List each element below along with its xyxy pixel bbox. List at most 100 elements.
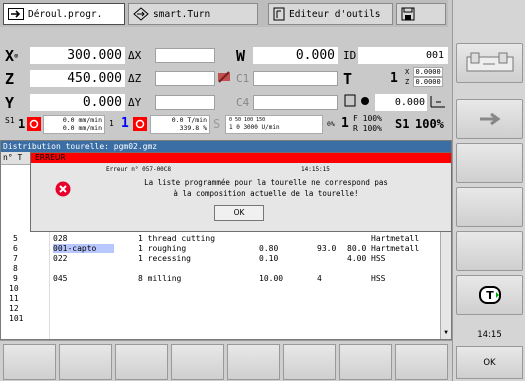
tab-program-run[interactable]: Déroul.progr. [3, 3, 125, 25]
turret-icon: T [478, 286, 501, 304]
softkey-2[interactable] [59, 344, 112, 380]
s-label: S [213, 117, 221, 131]
top-tab-bar: Déroul.progr. smart.Turn Editeur d'outil… [0, 0, 448, 27]
f-r-override: F 100% R 100% [353, 114, 382, 133]
s1-label: S1 [5, 116, 15, 125]
table-row[interactable]: 12 [1, 304, 439, 313]
spindle-values: 0.0 T/min 339.8 % [150, 115, 210, 134]
tab-tool-editor[interactable]: Editeur d'outils [268, 3, 393, 25]
delta-y-label: ΔY [128, 96, 142, 109]
delta-x-label: ΔX [128, 49, 142, 62]
table-row[interactable]: 6 001-capto 1 roughing 0.80 93.0 80.0 Ha… [1, 244, 439, 254]
axis-row-x: X ⊚ [5, 46, 19, 65]
tab-smart-turn[interactable]: smart.Turn [128, 3, 258, 25]
col-header-no: n° T [3, 153, 23, 162]
softkey-8[interactable] [395, 344, 448, 380]
s-override-pct: 100% [415, 117, 444, 131]
feed-row: S1 1 0.0 mm/min 0.0 mm/min 1 1 0.0 T/min 3… [3, 114, 451, 136]
arrow-right-icon [8, 8, 24, 20]
error-message: La liste programmée pour la tourelle ne … [86, 177, 446, 199]
axis-label-t: T [343, 69, 353, 88]
softkey-3[interactable] [115, 344, 168, 380]
c1-field [253, 71, 338, 86]
table-row[interactable]: 11 [1, 294, 439, 303]
delta-x-field [155, 48, 215, 63]
tool-doc-icon [273, 7, 285, 21]
delta-z-field [155, 71, 215, 86]
feed-one-b: 1 [109, 119, 114, 128]
axis-label-y: Y [5, 93, 15, 112]
softkey-r4[interactable] [456, 187, 523, 227]
ok-softkey[interactable]: OK [456, 346, 523, 379]
feed-one-c: 1 [121, 116, 129, 131]
table-row[interactable]: 8 [1, 264, 439, 273]
spindle-warning-icon [217, 70, 231, 84]
x-value: 300.000 [30, 47, 125, 64]
softkey-7[interactable] [339, 344, 392, 380]
softkey-arrow[interactable] [456, 99, 523, 139]
s1-override-label: S1 [395, 117, 410, 131]
axis-label-w: W [236, 46, 246, 65]
f-one: 1 [341, 116, 349, 131]
tab-save[interactable] [396, 3, 446, 25]
table-row[interactable]: 10 [1, 284, 439, 293]
c4-field [253, 95, 338, 110]
error-line-1: La liste programmée pour la tourelle ne … [144, 178, 388, 187]
delta-y-field [155, 95, 215, 110]
softkey-r5[interactable] [456, 231, 523, 271]
clock: 14:15 [477, 330, 502, 340]
error-time: 14:15:15 [301, 166, 330, 173]
error-line-2: à la composition actuelle de la tourelle… [173, 189, 359, 198]
coord-icon [428, 93, 448, 109]
error-dialog: ERREUR Erreur n° 057-00C8 14:15:15 La li… [30, 152, 452, 232]
error-number: Erreur n° 057-00C8 [106, 166, 172, 173]
diamond-arrow-icon [133, 7, 149, 21]
z-value: 450.000 [30, 70, 125, 87]
bottom-softkey-bar [0, 340, 452, 381]
spindle-scale: 0 50 100 150 1 0 3000 U/min [225, 115, 323, 134]
right-softkey-column: T 14:15 OK [452, 0, 525, 381]
softkey-turret[interactable]: T [456, 275, 523, 315]
c4-label: C4 [236, 96, 250, 109]
axis-label-z: Z [5, 69, 15, 88]
table-row[interactable]: 9 045 8 milling 10.00 4 HSS [1, 274, 439, 283]
tab-label: smart.Turn [153, 8, 211, 20]
y-value: 0.000 [30, 94, 125, 111]
spindle-icons [343, 93, 373, 109]
selected-tool-id[interactable]: 001-capto [53, 244, 115, 254]
table-row[interactable]: 7 022 1 recessing 0.10 4.00 HSS [1, 254, 439, 263]
t-offsets: X 0.0000 Z 0.0000 [405, 67, 443, 87]
position-display: X ⊚ 300.000 ΔX Z 450.000 ΔZ Y 0.000 ΔY W … [0, 27, 452, 140]
pct-zero: 0% [327, 120, 335, 128]
delta-z-label: ΔZ [128, 72, 142, 85]
feed-values: 0.0 mm/min 0.0 mm/min [43, 115, 105, 134]
floppy-icon [401, 7, 415, 21]
dialog-ok-button[interactable]: OK [214, 205, 264, 221]
softkey-r3[interactable] [456, 143, 523, 183]
id-value: 001 [358, 47, 448, 64]
softkey-5[interactable] [227, 344, 280, 380]
dialog-header: ERREUR [31, 153, 451, 163]
table-row[interactable]: 101 [1, 314, 439, 323]
id-label: ID [343, 49, 357, 62]
w-value: 0.000 [253, 47, 338, 64]
feed-one-a: 1 [18, 117, 26, 131]
softkey-1[interactable] [3, 344, 56, 380]
softkey-4[interactable] [171, 344, 224, 380]
t-value: 1 [390, 71, 398, 86]
arrow-right-gray-icon [479, 112, 501, 126]
red-stop-icon-1 [27, 117, 41, 131]
s-value: 0.000 [375, 94, 427, 111]
window-title: Distribution tourelle: pgm02.gmz [1, 141, 451, 152]
scroll-down-icon[interactable]: ▼ [442, 329, 450, 337]
table-row[interactable]: 5 028 1 thread cutting Hartmetall [1, 234, 439, 243]
softkey-6[interactable] [283, 344, 336, 380]
axis-label-x: X [5, 46, 15, 65]
red-stop-icon-2 [133, 117, 147, 131]
c1-label: C1 [236, 72, 250, 85]
error-icon [55, 181, 71, 197]
machine-view-icon [466, 52, 513, 72]
tab-label: Déroul.progr. [28, 8, 103, 20]
softkey-machine-view[interactable] [456, 43, 523, 83]
tab-label: Editeur d'outils [289, 8, 381, 20]
